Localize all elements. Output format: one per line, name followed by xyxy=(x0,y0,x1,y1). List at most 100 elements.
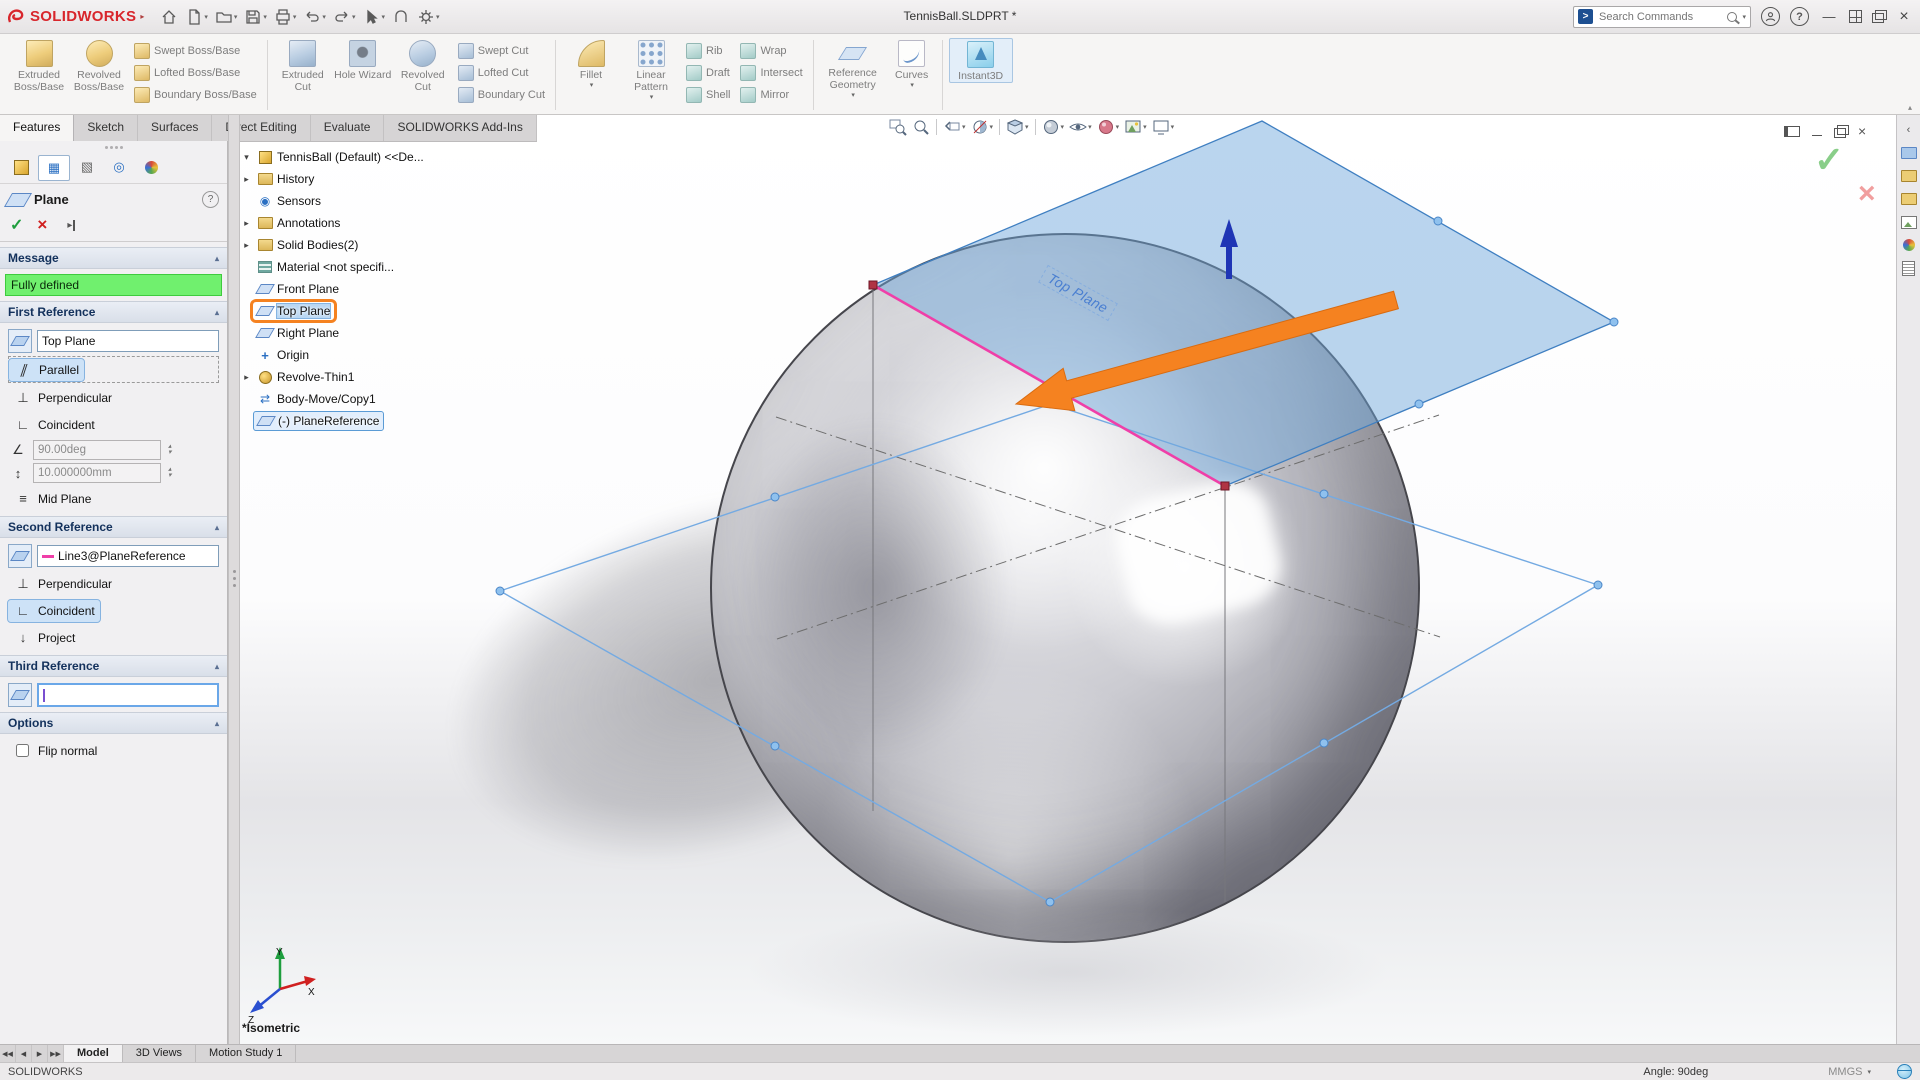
feature-tree-item[interactable]: ▸ Revolve-Thin1 xyxy=(240,366,526,388)
view-settings-caret-icon[interactable]: ▾ xyxy=(1171,123,1175,131)
paperclip-icon[interactable] xyxy=(390,6,412,28)
distance-spinner[interactable]: ▴▾ xyxy=(168,467,172,479)
panel-grip[interactable] xyxy=(0,143,227,151)
globe-icon[interactable] xyxy=(1897,1064,1912,1079)
revolved-cut-button[interactable]: Revolved Cut xyxy=(394,38,452,93)
view-palette-icon[interactable] xyxy=(1901,215,1917,229)
feature-tree-item[interactable]: Front Plane xyxy=(240,278,526,300)
dimxpertmanager-tab[interactable] xyxy=(104,155,134,179)
edit-appearance-button[interactable]: ▾ xyxy=(1096,117,1121,137)
shell-button[interactable]: Shell xyxy=(682,84,734,106)
curves-button[interactable]: Curves ▾ xyxy=(888,38,936,89)
model-view-tab[interactable]: 3D Views xyxy=(123,1045,196,1063)
lofted-cut-button[interactable]: Lofted Cut xyxy=(454,62,549,84)
feature-tree-item[interactable]: Body-Move/Copy1 xyxy=(240,388,526,410)
expander-icon[interactable]: ▾ xyxy=(240,152,253,163)
flip-normal-option[interactable]: Flip normal xyxy=(12,741,215,760)
message-section-header[interactable]: Message ▴ xyxy=(0,247,227,269)
reference-geometry-caret-icon[interactable]: ▾ xyxy=(851,91,855,99)
model-view-tab[interactable]: Model xyxy=(64,1045,123,1063)
doc-minimize-icon[interactable] xyxy=(1812,135,1822,136)
cancel-button[interactable]: × xyxy=(37,215,47,235)
feature-tree-item[interactable]: Right Plane xyxy=(240,322,526,344)
view-orientation-button[interactable]: ▾ xyxy=(1005,117,1030,137)
options-caret-icon[interactable]: ▾ xyxy=(436,13,440,21)
model-view-tab[interactable]: Motion Study 1 xyxy=(196,1045,296,1063)
user-account-icon[interactable] xyxy=(1761,7,1780,26)
mirror-button[interactable]: Mirror xyxy=(736,84,806,106)
perpendicular-constraint-row[interactable]: ⊥ Perpendicular xyxy=(8,385,219,410)
pane-layout-icon[interactable] xyxy=(1784,126,1800,137)
feature-tree-item[interactable]: Material <not specifi... xyxy=(240,256,526,278)
instant3d-button[interactable]: Instant3D xyxy=(949,38,1013,83)
rib-button[interactable]: Rib xyxy=(682,40,734,62)
print-button[interactable]: ▾ xyxy=(272,6,299,28)
unit-system-selector[interactable]: MMGS xyxy=(1828,1066,1862,1078)
commandmanager-tab[interactable]: Surfaces xyxy=(138,115,212,141)
feature-tree-item[interactable]: ▸ Annotations xyxy=(240,212,526,234)
apply-scene-button[interactable]: ▾ xyxy=(1123,117,1148,137)
display-style-button[interactable]: ▾ xyxy=(1041,117,1066,137)
new-caret-icon[interactable]: ▾ xyxy=(204,13,208,21)
previous-view-button[interactable]: ▾ xyxy=(942,117,967,137)
expander-icon[interactable]: ▸ xyxy=(240,174,253,185)
zoom-to-fit-button[interactable] xyxy=(888,117,908,137)
third-reference-field[interactable] xyxy=(37,683,219,707)
collapse-chevron-icon[interactable]: ▴ xyxy=(215,719,219,728)
feature-tree-item[interactable]: Sensors xyxy=(240,190,526,212)
reference-geometry-button[interactable]: Reference Geometry ▾ xyxy=(820,38,886,99)
select-caret-icon[interactable]: ▾ xyxy=(381,13,385,21)
pm-help-icon[interactable]: ? xyxy=(202,191,219,208)
extruded-boss-button[interactable]: Extruded Boss/Base xyxy=(10,38,68,93)
ribbon-collapse-icon[interactable]: ▴ xyxy=(1908,103,1912,112)
redo-caret-icon[interactable]: ▾ xyxy=(352,13,356,21)
collapse-chevron-icon[interactable]: ▴ xyxy=(215,308,219,317)
first-reference-section-header[interactable]: First Reference ▴ xyxy=(0,301,227,323)
keep-visible-pin-icon[interactable]: ▸ xyxy=(67,220,75,231)
boundary-boss-button[interactable]: Boundary Boss/Base xyxy=(130,84,261,106)
expander-icon[interactable]: ▸ xyxy=(240,218,253,229)
swept-boss-button[interactable]: Swept Boss/Base xyxy=(130,40,261,62)
units-caret-icon[interactable]: ▾ xyxy=(1867,1068,1871,1076)
doc-close-icon[interactable]: × xyxy=(1858,123,1866,139)
ok-button[interactable]: ✓ xyxy=(10,215,23,235)
fillet-caret-icon[interactable]: ▾ xyxy=(590,81,594,89)
fillet-button[interactable]: Fillet ▾ xyxy=(562,38,620,89)
close-button[interactable]: × xyxy=(1894,8,1914,26)
feature-tree-item[interactable]: ▸ History xyxy=(240,168,526,190)
restore-window-button[interactable] xyxy=(1872,13,1884,23)
collapse-chevron-icon[interactable]: ▴ xyxy=(215,662,219,671)
parallel-constraint-row[interactable]: ∥ Parallel xyxy=(8,356,219,383)
zoom-to-area-button[interactable] xyxy=(911,117,931,137)
open-caret-icon[interactable]: ▾ xyxy=(234,13,238,21)
section-view-caret-icon[interactable]: ▾ xyxy=(990,123,994,131)
expander-icon[interactable]: ▸ xyxy=(240,240,253,251)
undo-caret-icon[interactable]: ▾ xyxy=(322,13,326,21)
first-reference-field[interactable]: Top Plane xyxy=(37,330,219,352)
view-settings-button[interactable]: ▾ xyxy=(1151,117,1176,137)
home-button[interactable] xyxy=(158,6,180,28)
doc-restore-icon[interactable] xyxy=(1834,128,1846,138)
linear-pattern-caret-icon[interactable]: ▾ xyxy=(650,93,654,101)
tile-windows-icon[interactable] xyxy=(1849,10,1862,23)
swept-cut-button[interactable]: Swept Cut xyxy=(454,40,549,62)
propertymanager-tab[interactable] xyxy=(38,155,70,181)
boundary-cut-button[interactable]: Boundary Cut xyxy=(454,84,549,106)
commandmanager-tab[interactable]: Features xyxy=(0,115,74,141)
view-orientation-caret-icon[interactable]: ▾ xyxy=(1025,123,1029,131)
search-caret-icon[interactable]: ▾ xyxy=(1742,13,1746,21)
mid-plane-row[interactable]: ≡ Mid Plane xyxy=(8,486,219,511)
edit-appearance-caret-icon[interactable]: ▾ xyxy=(1116,123,1120,131)
distance-input[interactable]: 10.000000mm xyxy=(33,463,161,483)
angle-input[interactable]: 90.00deg xyxy=(33,440,161,460)
next-tab-arrow-icon[interactable]: ▶ xyxy=(32,1045,48,1063)
collapse-chevron-icon[interactable]: ▴ xyxy=(215,523,219,532)
save-caret-icon[interactable]: ▾ xyxy=(263,13,267,21)
save-button[interactable]: ▾ xyxy=(242,6,269,28)
app-menu[interactable]: SOLIDWORKS ▸ xyxy=(6,7,144,27)
angle-spinner[interactable]: ▴▾ xyxy=(168,444,172,456)
perpendicular2-constraint-row[interactable]: ⊥ Perpendicular xyxy=(8,571,219,596)
apply-scene-caret-icon[interactable]: ▾ xyxy=(1143,123,1147,131)
search-icon[interactable] xyxy=(1727,12,1737,22)
featuremanager-tab[interactable] xyxy=(6,155,36,179)
